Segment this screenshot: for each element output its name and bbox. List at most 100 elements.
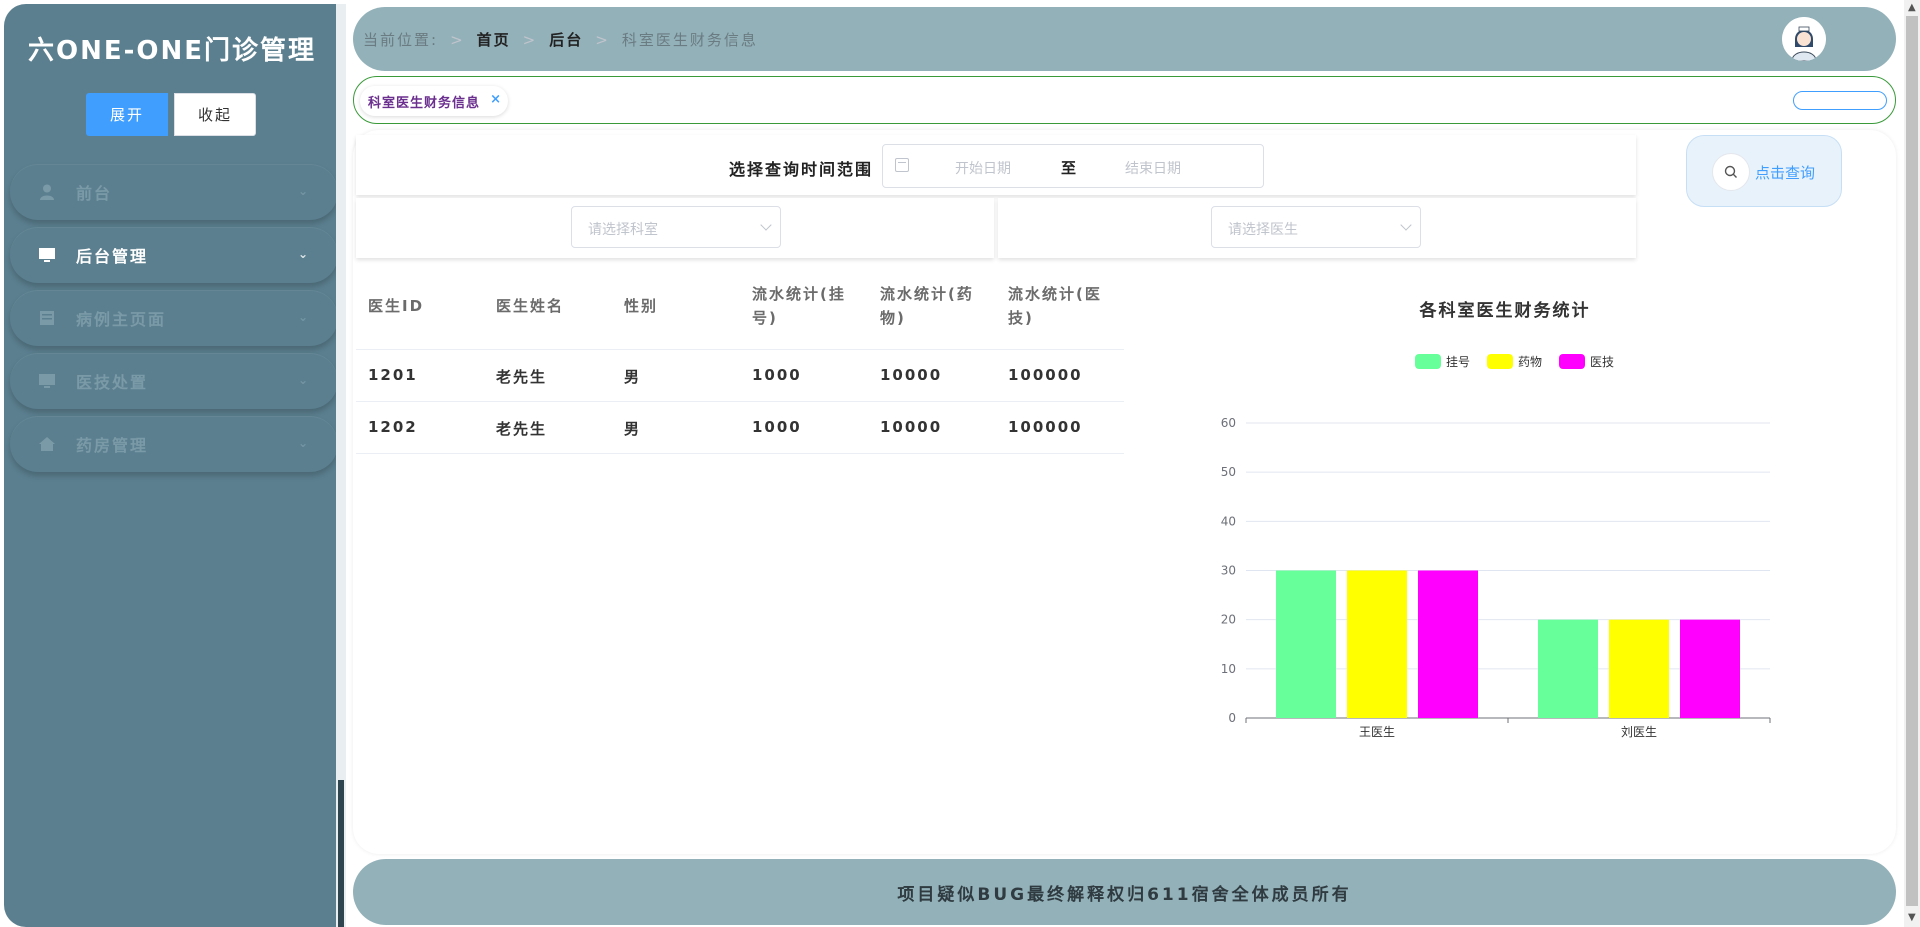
table-cell: 1201	[368, 366, 418, 384]
finance-bar-chart: 0 10 20 30 40 50 60 王医生 刘医生 挂号 药物 医技	[1221, 354, 1771, 739]
scroll-up-icon[interactable]: ▲	[1908, 2, 1916, 13]
breadcrumb-separator: >	[450, 30, 465, 49]
collapse-button[interactable]: 收起	[174, 93, 256, 136]
user-icon	[38, 184, 56, 200]
breadcrumb-current: 科室医生财务信息	[621, 31, 758, 49]
sidebar-item-label: 前台	[76, 184, 113, 203]
time-range-label: 选择查询时间范围	[729, 160, 874, 179]
x-tick-label: 王医生	[1359, 725, 1395, 739]
chevron-down-icon: ⌄	[297, 247, 310, 261]
tab-label: 科室医生财务信息	[368, 95, 481, 111]
table-cell: 1000	[752, 418, 802, 436]
legend-swatch	[1487, 354, 1513, 369]
table-row[interactable]: 1201 老先生 男 1000 10000 100000	[356, 350, 1124, 402]
breadcrumb-separator: >	[595, 30, 610, 49]
sidebar-item-cases[interactable]: 病例主页面 ⌄	[10, 290, 338, 346]
table-cell: 1202	[368, 418, 418, 436]
bar	[1347, 570, 1407, 718]
sidebar-item-backend[interactable]: 后台管理 ⌄	[10, 227, 338, 283]
tabs-scroll-control[interactable]	[1793, 91, 1887, 110]
chevron-down-icon	[760, 219, 772, 231]
chevron-down-icon	[1400, 219, 1412, 231]
tab-doctor-finance[interactable]: 科室医生财务信息 ×	[360, 86, 508, 116]
scroll-down-icon[interactable]: ▼	[1908, 912, 1916, 923]
y-tick-label: 50	[1221, 465, 1236, 479]
search-button[interactable]: 点击查询	[1686, 135, 1842, 207]
table-cell: 1000	[752, 366, 802, 384]
search-label: 点击查询	[1755, 164, 1816, 182]
legend-label: 挂号	[1446, 355, 1470, 369]
department-filter-panel: 请选择科室	[356, 198, 994, 258]
bar	[1538, 619, 1598, 718]
bar	[1418, 570, 1478, 718]
chevron-down-icon: ⌄	[297, 184, 310, 198]
grid-icon	[38, 310, 56, 326]
table-cell: 老先生	[496, 368, 548, 386]
top-header: 当前位置: > 首页 > 后台 > 科室医生财务信息	[353, 7, 1896, 71]
breadcrumb: 当前位置: > 首页 > 后台 > 科室医生财务信息	[363, 29, 758, 50]
table-cell: 100000	[1008, 366, 1083, 384]
column-header: 医生ID	[368, 297, 425, 315]
calendar-icon	[895, 158, 909, 172]
y-tick-label: 10	[1221, 662, 1236, 676]
column-header: 流水统计(药物)	[880, 285, 974, 327]
chevron-down-icon: ⌄	[297, 310, 310, 324]
table-cell: 男	[624, 368, 642, 386]
sidebar-item-medtech[interactable]: 医技处置 ⌄	[10, 353, 338, 409]
y-tick-label: 30	[1221, 564, 1236, 578]
y-tick-label: 40	[1221, 514, 1236, 528]
tabs-bar: 科室医生财务信息 ×	[353, 76, 1896, 124]
breadcrumb-backend[interactable]: 后台	[549, 29, 583, 50]
column-header: 流水统计(医技)	[1008, 285, 1102, 327]
sidebar-scrollbar-thumb[interactable]	[338, 780, 344, 927]
sidebar-toggle-group: 展开 收起	[86, 93, 256, 136]
sidebar-item-label: 后台管理	[76, 247, 149, 266]
chevron-down-icon: ⌄	[297, 373, 310, 387]
y-tick-label: 60	[1221, 416, 1236, 430]
bar	[1680, 619, 1740, 718]
chart-title: 各科室医生财务统计	[1419, 301, 1591, 321]
department-select[interactable]: 请选择科室	[571, 206, 781, 248]
legend-label: 医技	[1590, 355, 1614, 369]
table-row[interactable]: 1202 老先生 男 1000 10000 100000	[356, 402, 1124, 454]
close-icon[interactable]: ×	[490, 92, 502, 107]
sidebar-item-label: 病例主页面	[76, 310, 167, 329]
bar	[1609, 619, 1669, 718]
doctor-filter-panel: 请选择医生	[998, 198, 1636, 258]
search-icon	[1712, 153, 1750, 191]
y-tick-label: 0	[1228, 711, 1236, 725]
sidebar-item-pharmacy[interactable]: 药房管理 ⌄	[10, 416, 338, 472]
legend-swatch	[1415, 354, 1441, 369]
table-cell: 10000	[880, 366, 943, 384]
date-range-separator: 至	[1061, 159, 1077, 177]
table-cell: 男	[624, 420, 642, 438]
expand-button[interactable]: 展开	[86, 93, 168, 136]
legend-swatch	[1559, 354, 1585, 369]
app-brand: 六ONE-ONE门诊管理	[27, 36, 317, 66]
table-cell: 老先生	[496, 420, 548, 438]
chevron-down-icon: ⌄	[297, 436, 310, 450]
avatar[interactable]	[1782, 17, 1826, 61]
doctor-placeholder: 请选择医生	[1228, 222, 1298, 238]
breadcrumb-home[interactable]: 首页	[477, 29, 511, 50]
table-header: 医生ID 医生姓名 性别 流水统计(挂号) 流水统计(药物) 流水统计(医技)	[356, 262, 1124, 350]
sidebar-item-label: 药房管理	[76, 436, 149, 455]
footer: 项目疑似BUG最终解释权归611宿舍全体成员所有	[353, 859, 1896, 925]
department-placeholder: 请选择科室	[588, 222, 658, 238]
breadcrumb-separator: >	[522, 30, 538, 49]
date-range-picker[interactable]: 开始日期 至 结束日期	[882, 144, 1264, 188]
legend-label: 药物	[1518, 355, 1542, 369]
page-scrollbar-thumb[interactable]	[1906, 16, 1918, 906]
start-date-input[interactable]: 开始日期	[955, 158, 1011, 178]
end-date-input[interactable]: 结束日期	[1125, 158, 1181, 178]
column-header: 流水统计(挂号)	[752, 285, 846, 327]
sidebar: 六ONE-ONE门诊管理 展开 收起 前台 ⌄ 后台管理 ⌄ 病例主页面 ⌄ 医…	[4, 4, 340, 927]
monitor-icon	[38, 247, 56, 263]
column-header: 性别	[624, 297, 659, 315]
sidebar-item-frontdesk[interactable]: 前台 ⌄	[10, 164, 338, 220]
breadcrumb-prefix: 当前位置:	[363, 31, 439, 49]
sidebar-item-label: 医技处置	[76, 373, 149, 392]
table-cell: 100000	[1008, 418, 1083, 436]
doctor-select[interactable]: 请选择医生	[1211, 206, 1421, 248]
bar	[1276, 570, 1336, 718]
